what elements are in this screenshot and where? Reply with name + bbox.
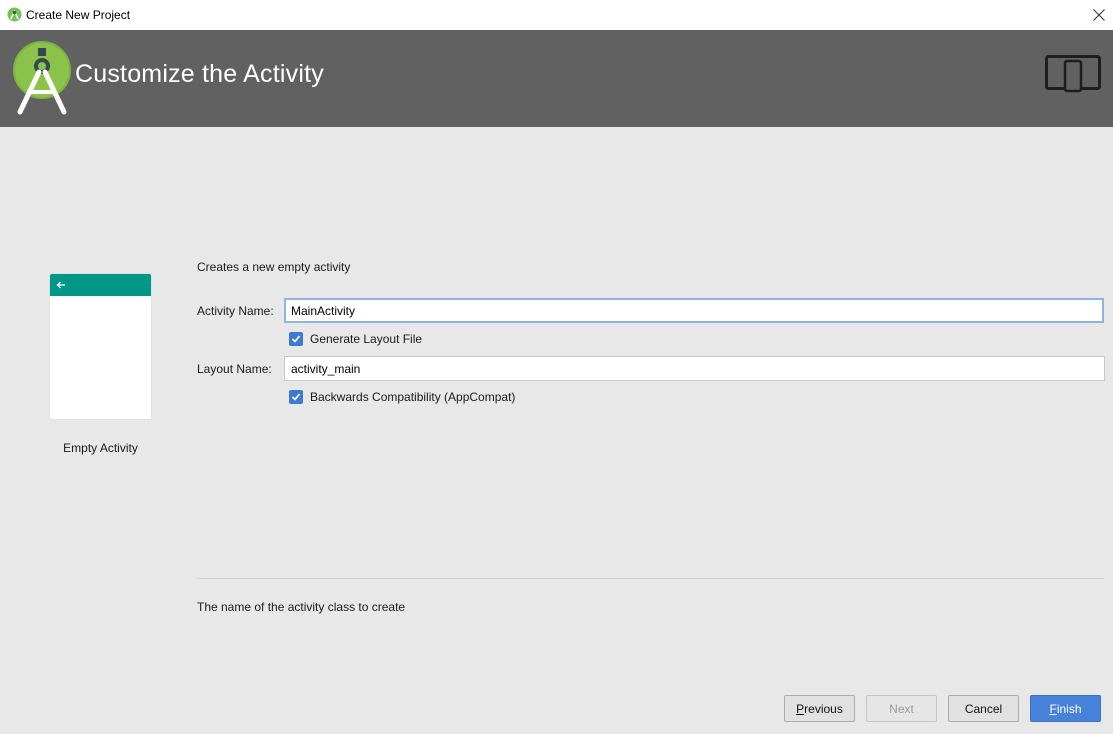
activity-name-label: Activity Name: bbox=[197, 304, 274, 318]
window-title: Create New Project bbox=[26, 8, 131, 22]
backwards-compat-label: Backwards Compatibility (AppCompat) bbox=[310, 390, 516, 404]
activity-name-input[interactable] bbox=[284, 298, 1104, 323]
backwards-compat-checkbox[interactable] bbox=[289, 390, 303, 404]
previous-button[interactable]: Previous bbox=[784, 695, 855, 722]
tablet-phone-icon bbox=[1045, 55, 1101, 93]
android-studio-logo-icon bbox=[13, 41, 71, 115]
cancel-button[interactable]: Cancel bbox=[948, 695, 1019, 722]
layout-name-label: Layout Name: bbox=[197, 362, 272, 376]
finish-label: inish bbox=[1056, 701, 1082, 716]
checkmark-icon bbox=[291, 393, 301, 401]
finish-button[interactable]: Finish bbox=[1030, 695, 1101, 722]
wizard-header: Customize the Activity bbox=[0, 30, 1113, 127]
preview-toolbar bbox=[50, 274, 151, 296]
generate-layout-checkbox-row[interactable]: Generate Layout File bbox=[289, 332, 422, 346]
back-arrow-icon bbox=[56, 281, 65, 289]
previous-label: revious bbox=[804, 701, 843, 716]
android-studio-small-icon bbox=[7, 7, 22, 22]
layout-name-input[interactable] bbox=[284, 356, 1105, 381]
generate-layout-label: Generate Layout File bbox=[310, 332, 423, 346]
window-titlebar: Create New Project bbox=[0, 0, 1113, 30]
template-name: Empty Activity bbox=[63, 441, 138, 455]
generate-layout-checkbox[interactable] bbox=[289, 332, 303, 346]
divider bbox=[197, 578, 1104, 579]
activity-preview bbox=[50, 274, 151, 419]
finish-mnemonic: F bbox=[1049, 701, 1057, 716]
next-button[interactable]: Next bbox=[866, 695, 937, 722]
checkmark-icon bbox=[291, 335, 301, 343]
close-icon bbox=[1093, 9, 1105, 21]
close-button[interactable] bbox=[1085, 0, 1113, 30]
backwards-compat-checkbox-row[interactable]: Backwards Compatibility (AppCompat) bbox=[289, 390, 515, 404]
template-description: Creates a new empty activity bbox=[197, 260, 351, 274]
page-title: Customize the Activity bbox=[75, 60, 324, 88]
field-hint: The name of the activity class to create bbox=[197, 600, 406, 614]
previous-mnemonic: P bbox=[796, 701, 805, 716]
